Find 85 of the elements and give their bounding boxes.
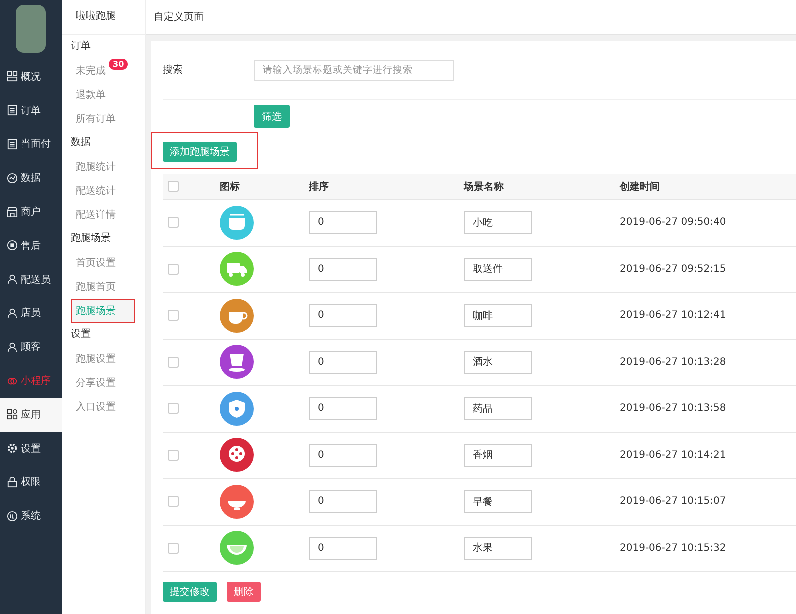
submenu-item[interactable]: 跑腿设置 <box>71 347 121 371</box>
created-time: 2019-06-27 09:50:40 <box>620 217 726 228</box>
submenu-item[interactable]: 跑腿统计 <box>71 155 121 179</box>
sidebar-item[interactable]: 售后 <box>0 228 62 263</box>
submenu-group-label: 数据 <box>70 136 92 150</box>
sidebar-item[interactable]: 配送员 <box>0 262 62 297</box>
order-input[interactable]: 0 <box>309 490 377 514</box>
column-header: 场景名称 <box>464 182 504 192</box>
order-input[interactable]: 0 <box>309 444 377 467</box>
column-header: 排序 <box>309 182 329 192</box>
apps-icon <box>7 409 18 420</box>
row-checkbox[interactable] <box>168 542 179 554</box>
scene-name-input[interactable]: 药品 <box>464 397 532 420</box>
submenu-group-label: 设置 <box>70 328 92 342</box>
sidebar-item[interactable]: 订单 <box>0 94 62 128</box>
row-checkbox[interactable] <box>168 356 179 368</box>
submenu-item[interactable]: 首页设置 <box>71 251 121 275</box>
sidebar-item[interactable]: 商户 <box>0 195 62 229</box>
submenu-group-label: 订单 <box>70 40 92 54</box>
submenu-group-label: 跑腿场景 <box>70 232 112 246</box>
submenu-item[interactable]: 配送统计 <box>71 179 121 203</box>
column-header: 创建时间 <box>620 182 660 192</box>
sidebar-item[interactable]: 应用 <box>0 398 62 432</box>
scene-name-input[interactable]: 取送件 <box>464 258 532 281</box>
sidebar-item[interactable]: 店员 <box>0 296 62 330</box>
row-checkbox[interactable] <box>168 264 179 275</box>
created-time: 2019-06-27 10:15:32 <box>620 542 726 554</box>
row-checkbox[interactable] <box>168 496 179 508</box>
created-time: 2019-06-27 10:14:21 <box>620 450 726 461</box>
created-time: 2019-06-27 10:13:28 <box>620 356 726 368</box>
list-icon <box>7 105 18 116</box>
submenu-title: 啦啦跑腿 <box>62 0 145 35</box>
scene-name-input[interactable]: 小吃 <box>464 211 532 234</box>
sidebar-item[interactable]: 系统 <box>0 499 62 534</box>
grid-icon <box>7 71 18 82</box>
list-icon <box>7 138 18 150</box>
sidebar-item[interactable]: 顾客 <box>0 330 62 364</box>
scene-name-input[interactable]: 香烟 <box>464 444 532 467</box>
sidebar-item[interactable]: 当面付 <box>0 128 62 162</box>
submenu-item[interactable]: 入口设置 <box>71 395 121 419</box>
row-checkbox[interactable] <box>168 403 179 414</box>
scene-name-input[interactable]: 水果 <box>464 536 532 560</box>
submenu-item[interactable]: 所有订单 <box>71 107 121 131</box>
submenu-item[interactable]: 配送详情 <box>71 203 121 227</box>
column-header: 图标 <box>220 182 240 192</box>
created-time: 2019-06-27 10:15:07 <box>620 496 726 508</box>
created-time: 2019-06-27 09:52:15 <box>620 264 726 275</box>
order-input[interactable]: 0 <box>309 350 377 374</box>
created-time: 2019-06-27 10:12:41 <box>620 310 726 322</box>
page-title: 自定义页面 <box>154 10 204 24</box>
person-icon <box>7 274 18 286</box>
shop-icon <box>7 206 18 218</box>
submenu-item[interactable]: 未完成 <box>71 59 111 83</box>
created-time: 2019-06-27 10:13:58 <box>620 403 726 414</box>
settings-icon <box>7 443 18 454</box>
person-icon <box>7 308 18 319</box>
scene-name-input[interactable]: 咖啡 <box>464 304 532 328</box>
count-badge: 30 <box>109 59 128 70</box>
order-input[interactable]: 0 <box>309 304 377 328</box>
system-icon <box>7 510 18 522</box>
scene-name-input[interactable]: 酒水 <box>464 350 532 374</box>
select-all-checkbox[interactable] <box>168 181 179 192</box>
search-label: 搜索 <box>163 64 184 77</box>
row-checkbox[interactable] <box>168 217 179 228</box>
search-field[interactable]: 请输入场景标题或关键字进行搜索 <box>254 60 454 80</box>
rings-icon <box>7 376 18 387</box>
order-input[interactable]: 0 <box>309 211 377 234</box>
lock-icon <box>7 476 18 488</box>
sidebar-item[interactable]: 权限 <box>0 466 62 500</box>
submenu-item[interactable]: 分享设置 <box>71 371 121 395</box>
order-input[interactable]: 0 <box>309 397 377 420</box>
sidebar-item[interactable]: 数据 <box>0 161 62 196</box>
chart-icon <box>7 172 18 184</box>
submenu-item[interactable]: 跑腿首页 <box>71 275 121 299</box>
row-checkbox[interactable] <box>168 450 179 461</box>
sidebar-item[interactable]: 概况 <box>0 60 62 94</box>
logo-placeholder <box>16 5 46 53</box>
support-icon <box>7 240 18 252</box>
scene-name-input[interactable]: 早餐 <box>464 490 532 514</box>
submenu-item[interactable]: 退款单 <box>71 83 111 107</box>
sidebar-item[interactable]: 设置 <box>0 432 62 466</box>
row-checkbox[interactable] <box>168 310 179 322</box>
person-icon <box>7 342 18 353</box>
order-input[interactable]: 0 <box>309 536 377 560</box>
order-input[interactable]: 0 <box>309 258 377 281</box>
